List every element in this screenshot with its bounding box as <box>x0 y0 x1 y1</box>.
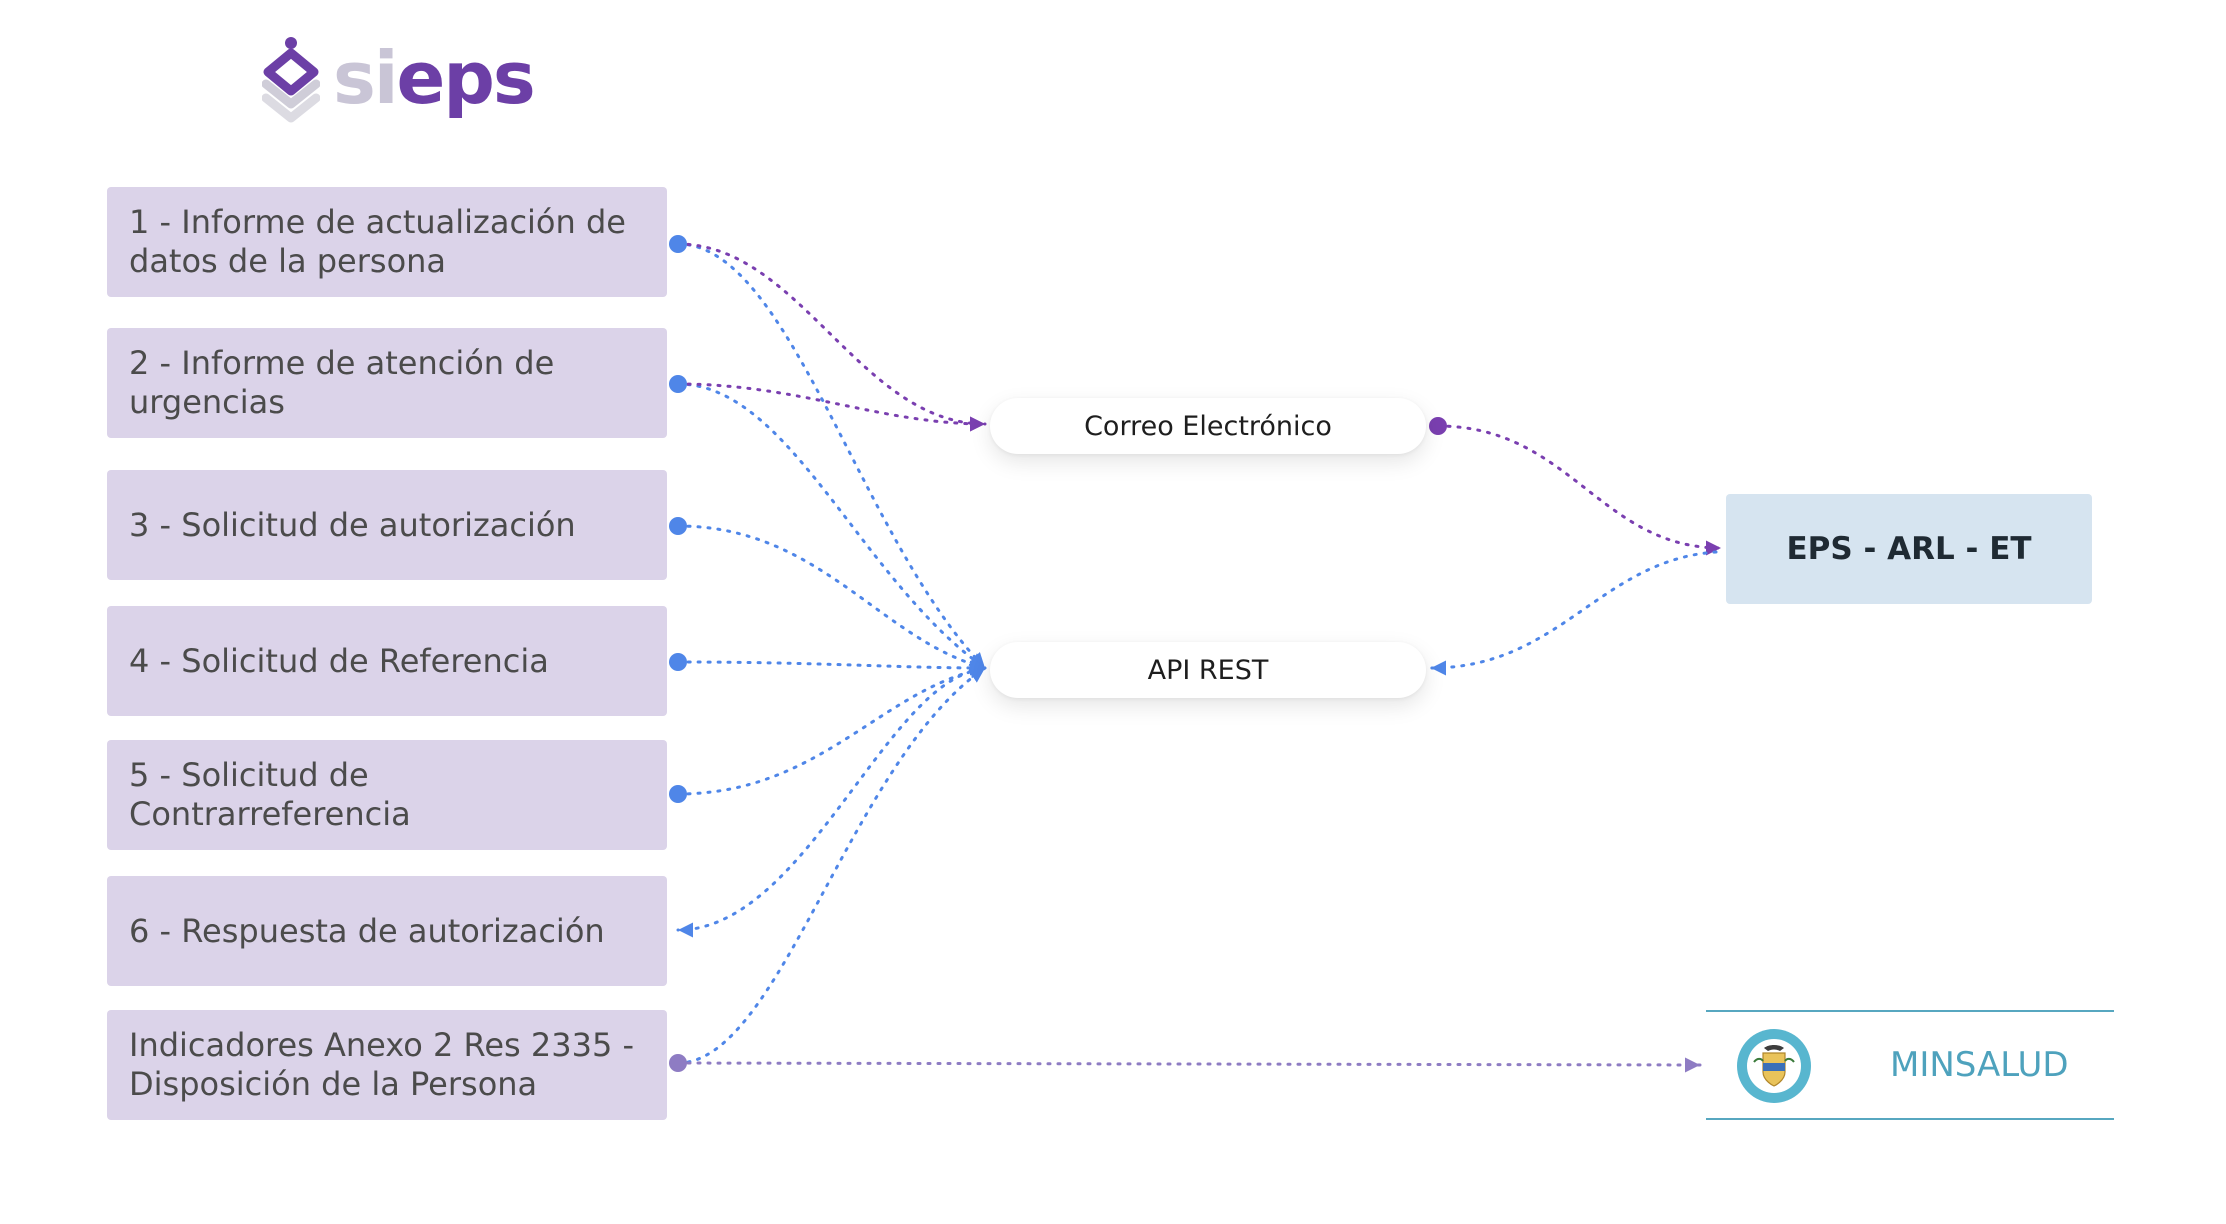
connector-dot-item2 <box>669 375 687 393</box>
connector-item7-api <box>676 666 987 1065</box>
item-2-box: 2 - Informe de atención de urgencias <box>107 328 667 438</box>
target-label: EPS - ARL - ET <box>1786 531 2032 567</box>
minsalud-label: MINSALUD <box>1890 1045 2069 1085</box>
connector-item5-api <box>676 663 987 796</box>
connector-dot-item1 <box>669 235 687 253</box>
item-3-box: 3 - Solicitud de autorización <box>107 470 667 580</box>
item-3-label: 3 - Solicitud de autorización <box>129 505 576 544</box>
item-4-label: 4 - Solicitud de Referencia <box>129 641 549 680</box>
connector-item1-email <box>676 242 987 432</box>
connector-item2-api <box>676 382 987 670</box>
channel-api-box: API REST <box>990 642 1426 698</box>
item-5-label: 5 - Solicitud de Contrarreferencia <box>129 756 411 833</box>
connector-dot-item5 <box>669 785 687 803</box>
item-2-label: 2 - Informe de atención de urgencias <box>129 344 555 421</box>
connector-item1-api <box>676 242 987 670</box>
minsalud-box: MINSALUD <box>1706 1010 2114 1120</box>
item-7-box: Indicadores Anexo 2 Res 2335 - Disposici… <box>107 1010 667 1120</box>
channel-api-label: API REST <box>1147 654 1269 686</box>
connector-item7-minsalud <box>676 1057 1702 1073</box>
item-6-box: 6 - Respuesta de autorización <box>107 876 667 986</box>
item-6-label: 6 - Respuesta de autorización <box>129 911 605 950</box>
channel-email-box: Correo Electrónico <box>990 398 1426 454</box>
connector-api-item6 <box>676 670 972 938</box>
colombia-seal-icon <box>1737 1029 1811 1103</box>
channel-email-label: Correo Electrónico <box>1084 410 1332 442</box>
connector-dot-item4 <box>669 653 687 671</box>
item-5-box: 5 - Solicitud de Contrarreferencia <box>107 740 667 850</box>
connector-dot-email <box>1429 417 1447 435</box>
item-1-box: 1 - Informe de actualización de datos de… <box>107 187 667 297</box>
connector-dot-item7 <box>669 1054 687 1072</box>
connector-item3-api <box>676 524 987 672</box>
connector-item4-api <box>676 660 987 676</box>
item-7-label: Indicadores Anexo 2 Res 2335 - Disposici… <box>129 1026 635 1103</box>
target-eps-arl-et-box: EPS - ARL - ET <box>1726 494 2092 604</box>
connector-target-api <box>1429 550 1718 676</box>
connector-dot-item3 <box>669 517 687 535</box>
item-4-box: 4 - Solicitud de Referencia <box>107 606 667 716</box>
connector-email-target <box>1436 424 1723 556</box>
item-1-label: 1 - Informe de actualización de datos de… <box>129 203 626 280</box>
